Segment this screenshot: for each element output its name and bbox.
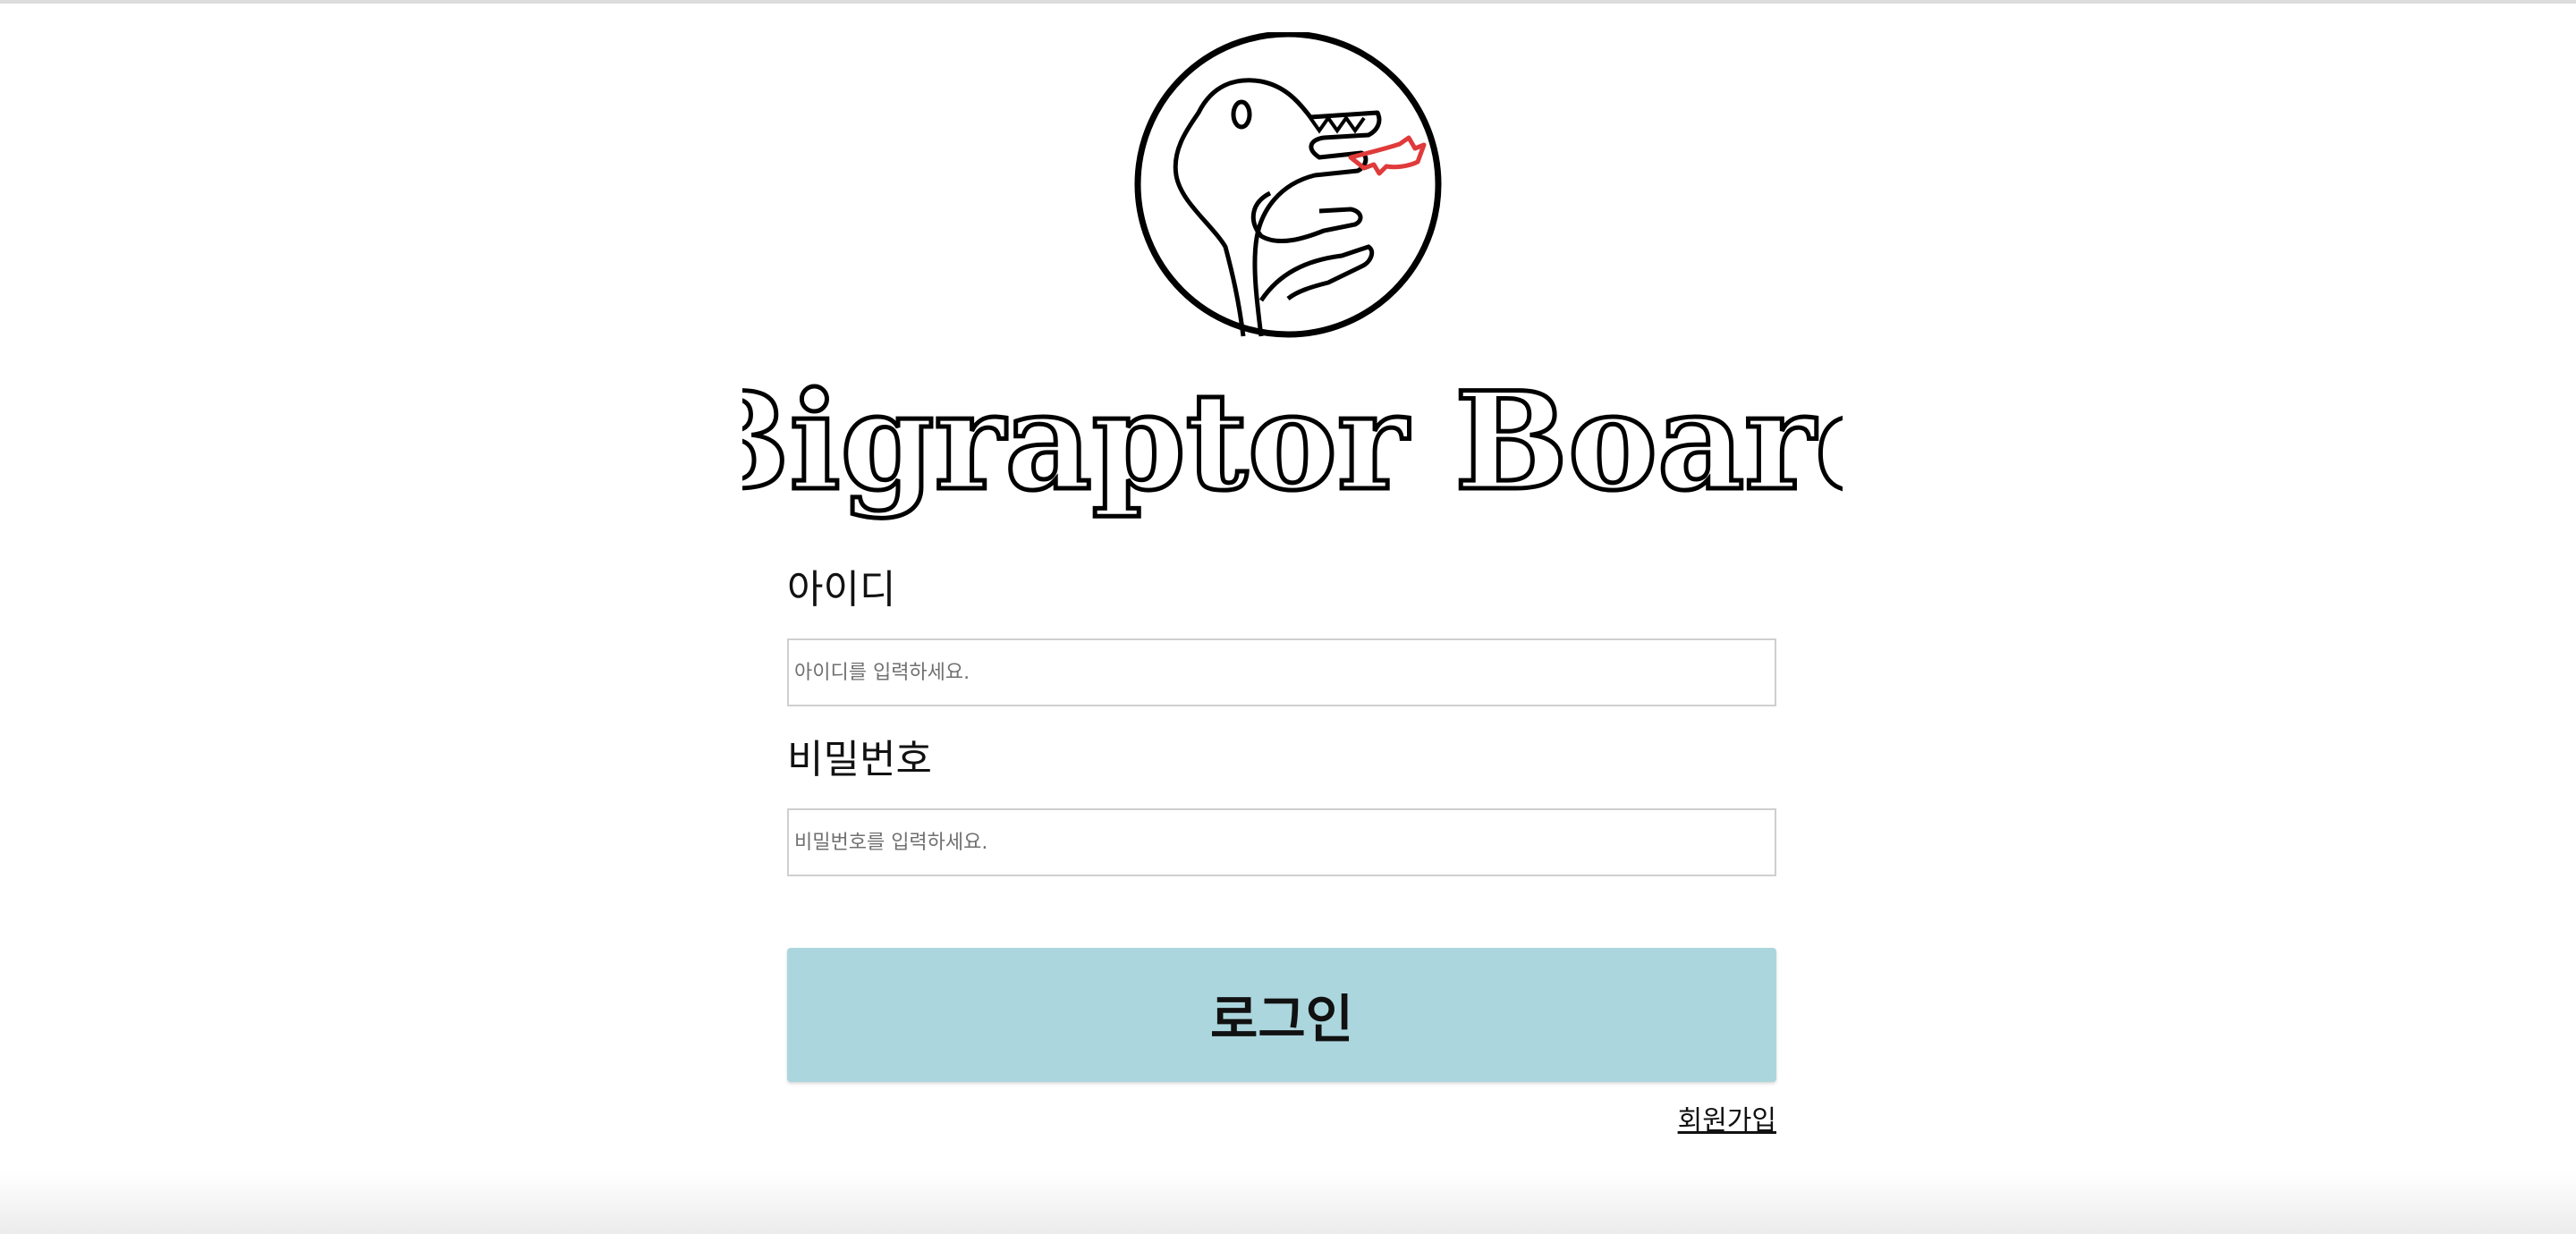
password-input[interactable] xyxy=(787,808,1776,876)
login-page: Bigraptor Board 아이디 비밀번호 로그인 회원가입 xyxy=(0,0,2576,1234)
id-input[interactable] xyxy=(787,638,1776,706)
login-button[interactable]: 로그인 xyxy=(787,948,1776,1082)
password-label: 비밀번호 xyxy=(787,737,932,782)
raptor-logo-icon xyxy=(1134,32,1442,338)
top-border xyxy=(0,0,2576,4)
signup-link[interactable]: 회원가입 xyxy=(1678,1105,1776,1137)
brand-title: Bigraptor Board xyxy=(742,361,1843,523)
bottom-shade xyxy=(0,1171,2576,1234)
brand-title-text: Bigraptor Board xyxy=(742,363,1843,520)
id-label: 아이디 xyxy=(787,567,896,613)
login-form: 아이디 비밀번호 로그인 회원가입 xyxy=(787,563,1776,1137)
signup-row: 회원가입 xyxy=(787,1098,1776,1137)
